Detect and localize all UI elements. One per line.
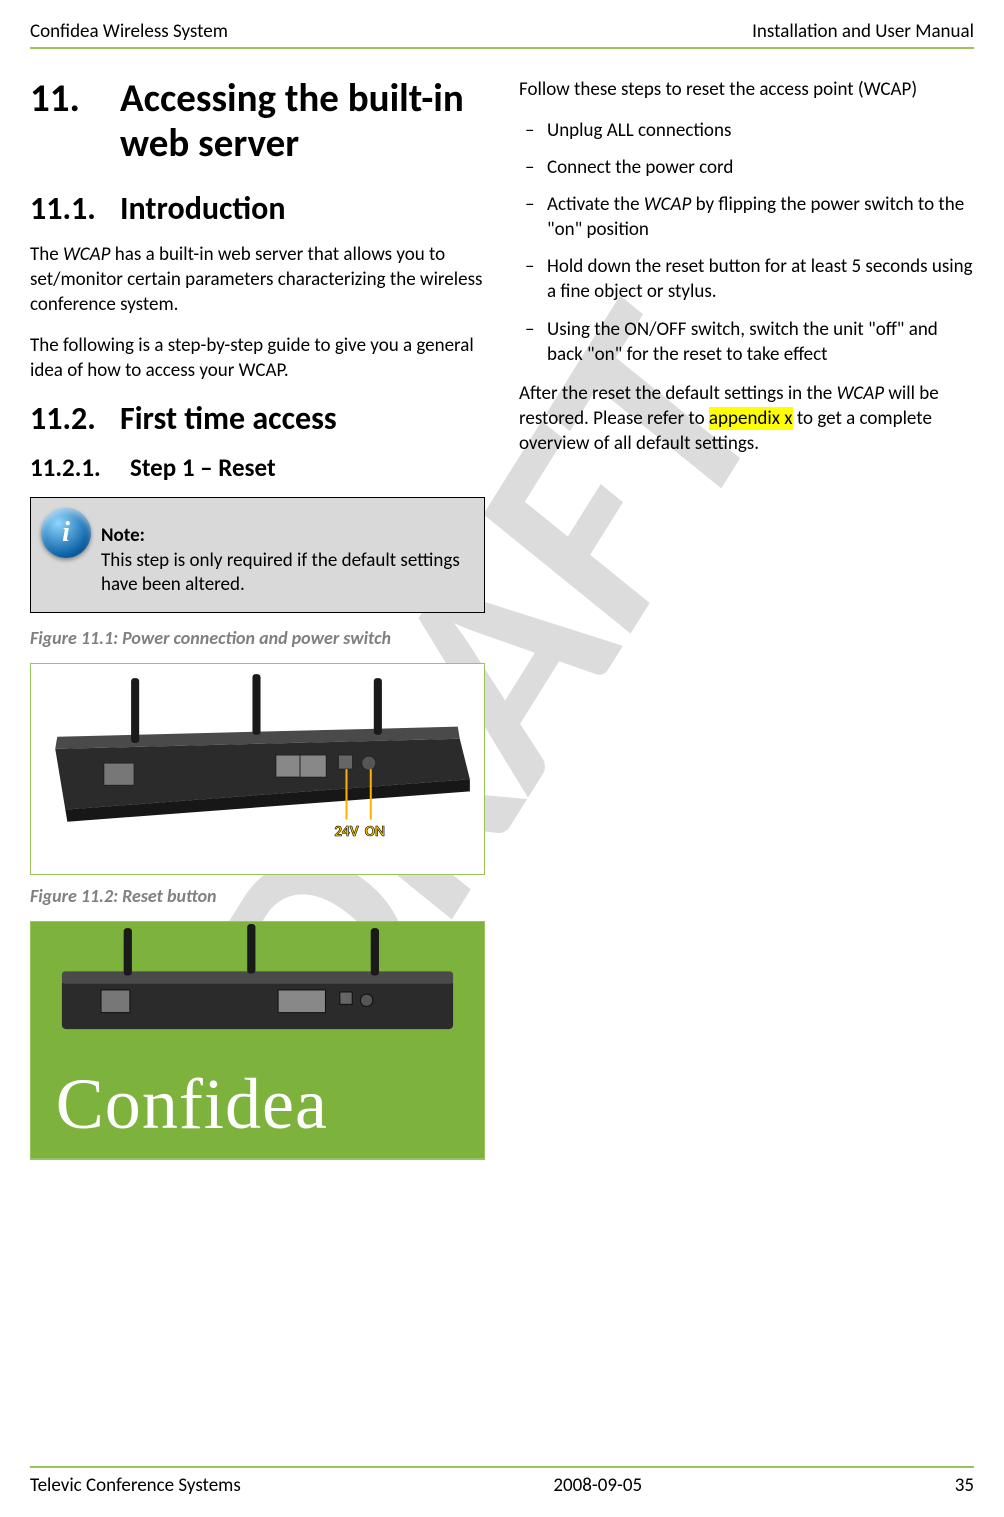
footer-right: 35	[955, 1474, 974, 1497]
confidea-logo-text: Confidea	[56, 1064, 328, 1144]
page-footer: Televic Conference Systems 2008-09-05 35	[30, 1466, 974, 1497]
footer-left: Televic Conference Systems	[30, 1474, 241, 1497]
label-24v: 24V	[334, 823, 358, 841]
footer-center: 2008-09-05	[553, 1474, 642, 1497]
reset-intro: Follow these steps to reset the access p…	[519, 77, 974, 102]
note-label: Note:	[101, 524, 474, 549]
page-header: Confidea Wireless System Installation an…	[30, 20, 974, 49]
heading-11-1: 11.1. Introduction	[30, 189, 485, 228]
heading-11-2-1: 11.2.1. Step 1 – Reset	[30, 452, 485, 483]
intro-paragraph-1: The WCAP has a built-in web server that …	[30, 242, 485, 317]
right-column: Follow these steps to reset the access p…	[519, 77, 974, 1170]
after-reset-paragraph: After the reset the default settings in …	[519, 381, 974, 456]
left-column: 11. Accessing the built-in web server 11…	[30, 77, 485, 1170]
header-left: Confidea Wireless System	[30, 20, 228, 43]
intro-paragraph-2: The following is a step-by-step guide to…	[30, 333, 485, 383]
header-right: Installation and User Manual	[752, 20, 974, 43]
list-item: – Activate the WCAP by flipping the powe…	[519, 192, 974, 242]
label-on: ON	[365, 823, 385, 841]
figure-11-1-caption: Figure 11.1: Power connection and power …	[30, 627, 485, 649]
heading-11-2: 11.2. First time access	[30, 399, 485, 438]
note-box: i Note: This step is only required if th…	[30, 497, 485, 613]
list-item: – Using the ON/OFF switch, switch the un…	[519, 317, 974, 367]
list-item: – Unplug ALL connections	[519, 118, 974, 143]
appendix-highlight: appendix x	[709, 407, 793, 430]
list-item: – Connect the power cord	[519, 155, 974, 180]
figure-11-2-image: Confidea	[30, 921, 485, 1160]
note-body: This step is only required if the defaul…	[101, 549, 460, 597]
list-item: – Hold down the reset button for at leas…	[519, 254, 974, 304]
info-icon: i	[41, 508, 91, 558]
figure-11-1-image: 24V ON	[30, 663, 485, 875]
heading-11: 11. Accessing the built-in web server	[30, 77, 485, 167]
reset-steps-list: – Unplug ALL connections – Connect the p…	[519, 118, 974, 367]
figure-11-2-caption: Figure 11.2: Reset button	[30, 885, 485, 907]
